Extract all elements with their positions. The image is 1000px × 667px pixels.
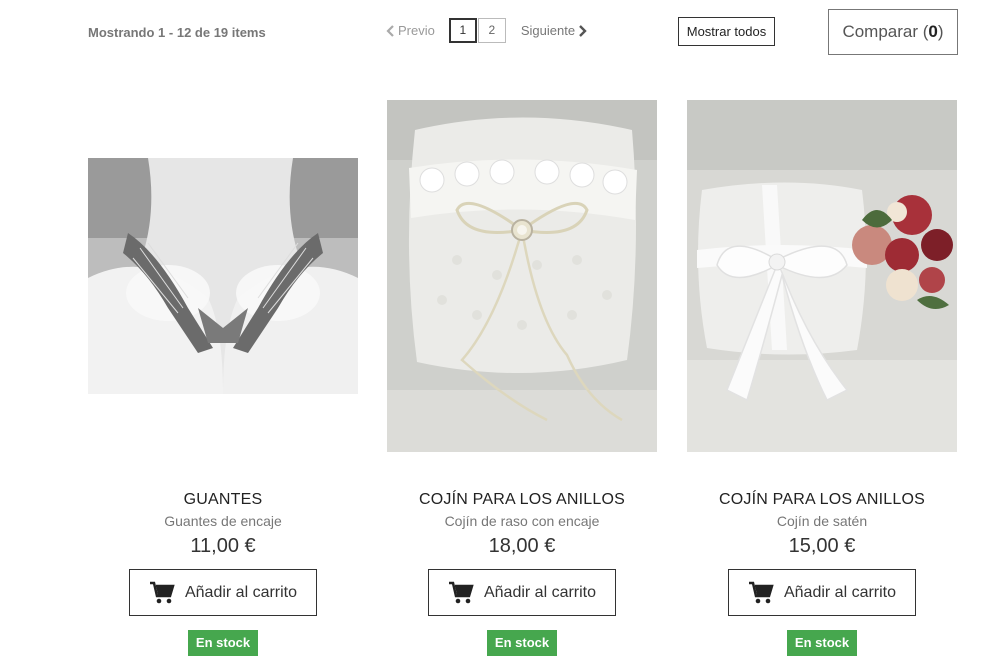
product-list-toolbar: Mostrando 1 - 12 de 19 items Previo 1 2 … — [0, 0, 1000, 70]
compare-button[interactable]: Comparar (0) — [828, 9, 958, 55]
stock-badge: En stock — [787, 630, 857, 656]
product-name[interactable]: GUANTES — [88, 491, 358, 509]
add-to-cart-label: Añadir al carrito — [184, 583, 298, 601]
product-card: COJÍN PARA LOS ANILLOS Cojín de raso con… — [387, 100, 657, 667]
chevron-left-icon — [386, 24, 394, 37]
product-price: 18,00 € — [488, 535, 556, 557]
product-name[interactable]: COJÍN PARA LOS ANILLOS — [387, 491, 657, 509]
chevron-right-icon — [579, 24, 587, 37]
previous-page-label: Previo — [398, 23, 435, 38]
product-image-link[interactable] — [88, 100, 358, 452]
add-to-cart-button[interactable]: Añadir al carrito — [428, 569, 616, 616]
add-to-cart-label: Añadir al carrito — [783, 583, 897, 601]
product-image-link[interactable] — [687, 100, 957, 452]
shopping-cart-icon — [149, 581, 175, 603]
product-price: 15,00 € — [788, 535, 856, 557]
shopping-cart-icon — [448, 581, 474, 603]
satin-ring-pillow-photo-icon — [687, 100, 957, 452]
compare-label: Comparar ( — [842, 22, 929, 41]
product-card: COJÍN PARA LOS ANILLOS Cojín de satén 15… — [687, 100, 957, 667]
product-description: Cojín de raso con encaje — [444, 513, 600, 529]
lace-gloves-photo-icon — [88, 158, 358, 394]
page-1-link[interactable]: 1 — [448, 18, 477, 43]
product-description: Guantes de encaje — [164, 513, 282, 529]
stock-badge: En stock — [487, 630, 557, 656]
previous-page-link[interactable]: Previo — [386, 23, 439, 38]
add-to-cart-button[interactable]: Añadir al carrito — [728, 569, 916, 616]
compare-count: 0 — [928, 22, 938, 41]
add-to-cart-button[interactable]: Añadir al carrito — [129, 569, 317, 616]
lace-ring-pillow-photo-icon — [387, 100, 657, 452]
next-page-link[interactable]: Siguiente — [517, 23, 587, 38]
stock-badge: En stock — [188, 630, 258, 656]
results-count: Mostrando 1 - 12 de 19 items — [88, 25, 266, 40]
product-name[interactable]: COJÍN PARA LOS ANILLOS — [687, 491, 957, 509]
product-card: GUANTES Guantes de encaje 11,00 € Añadir… — [88, 100, 358, 667]
next-page-label: Siguiente — [520, 23, 576, 38]
product-image-link[interactable] — [387, 100, 657, 452]
show-all-button[interactable]: Mostrar todos — [678, 17, 775, 46]
product-description: Cojín de satén — [776, 513, 868, 529]
compare-suffix: ) — [937, 22, 944, 41]
product-price: 11,00 € — [190, 535, 256, 557]
shopping-cart-icon — [748, 581, 774, 603]
pagination: Previo 1 2 Siguiente — [386, 18, 587, 43]
add-to-cart-label: Añadir al carrito — [483, 583, 597, 601]
page-2-link[interactable]: 2 — [477, 18, 506, 43]
